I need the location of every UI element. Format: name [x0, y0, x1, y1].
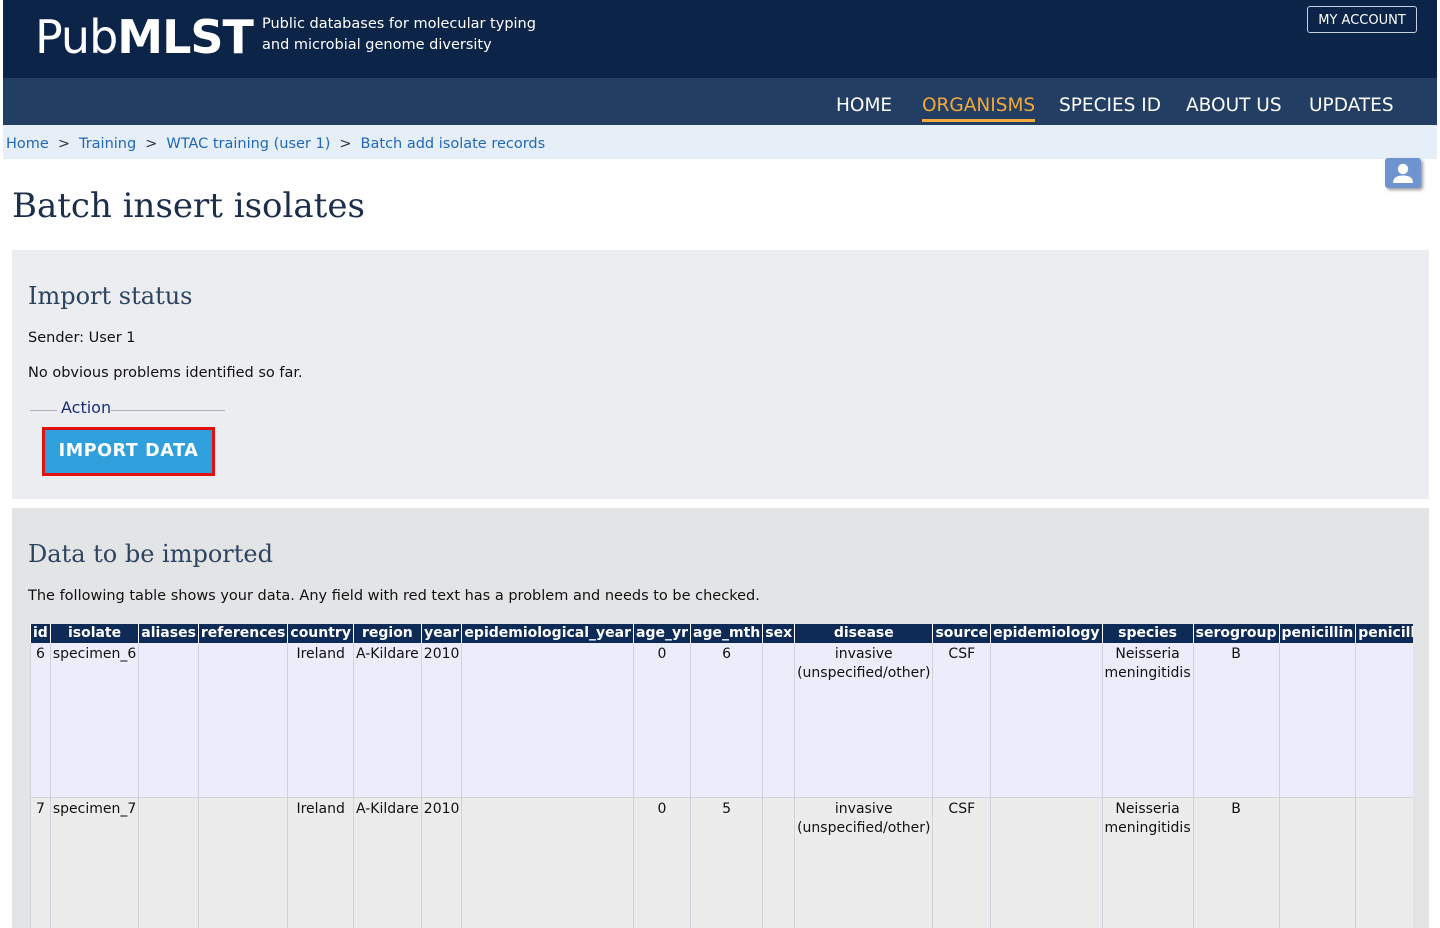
- table-header-row: idisolatealiasesreferencescountryregiony…: [31, 624, 1414, 643]
- table-cell-age-yr: 0: [634, 643, 691, 798]
- import-data-button[interactable]: IMPORT DATA: [42, 427, 215, 476]
- column-header-serogroup: serogroup: [1193, 624, 1279, 643]
- data-description: The following table shows your data. Any…: [28, 588, 760, 604]
- column-header-aliases: aliases: [139, 624, 199, 643]
- table-cell-disease: invasive (unspecified/other): [795, 798, 933, 928]
- table-cell-region: A-Kildare: [353, 798, 421, 928]
- nav-home[interactable]: HOME: [836, 95, 892, 117]
- breadcrumb-training[interactable]: Training: [79, 136, 136, 152]
- import-status-panel: Import status Sender: User 1 No obvious …: [12, 250, 1429, 499]
- table-row: 6specimen_6IrelandA-Kildare201006invasiv…: [31, 643, 1414, 798]
- site-header: PubMLST Public databases for molecular t…: [3, 0, 1437, 78]
- table-cell-source: CSF: [933, 643, 991, 798]
- table-cell-species: Neisseria meningitidis: [1102, 643, 1193, 798]
- pubmlst-logo[interactable]: PubMLST: [35, 8, 253, 66]
- status-message: No obvious problems identified so far.: [28, 365, 303, 381]
- table-cell-epidemiological-year: [462, 798, 634, 928]
- table-cell-sex: [763, 798, 795, 928]
- table-cell-isolate: specimen_6: [50, 643, 138, 798]
- table-cell-country: Ireland: [288, 643, 354, 798]
- table-cell-sex: [763, 643, 795, 798]
- breadcrumb-home[interactable]: Home: [6, 136, 49, 152]
- table-cell-epidemiological-year: [462, 643, 634, 798]
- table-row: 7specimen_7 IrelandA-Kildare2010 05invasiv…: [31, 798, 1414, 928]
- breadcrumb-batch-add[interactable]: Batch add isolate records: [361, 136, 546, 152]
- table-cell-references: [198, 798, 287, 928]
- column-header-country: country: [288, 624, 354, 643]
- table-cell-disease: invasive (unspecified/other): [795, 643, 933, 798]
- import-table: idisolatealiasesreferencescountryregiony…: [30, 624, 1413, 928]
- page-title: Batch insert isolates: [12, 184, 365, 228]
- table-cell-penicillin-range: [1356, 643, 1413, 798]
- column-header-age-mth: age_mth: [691, 624, 763, 643]
- tagline-line-1: Public databases for molecular typing: [262, 14, 536, 35]
- nav-organisms[interactable]: ORGANISMS: [922, 95, 1035, 122]
- column-header-epidemiology: epidemiology: [991, 624, 1102, 643]
- column-header-id: id: [31, 624, 51, 643]
- column-header-age-yr: age_yr: [634, 624, 691, 643]
- table-cell-epidemiology: [991, 643, 1102, 798]
- action-legend: Action: [61, 398, 111, 417]
- table-cell-serogroup: B: [1193, 798, 1279, 928]
- table-cell-year: 2010: [421, 643, 462, 798]
- column-header-species: species: [1102, 624, 1193, 643]
- table-cell-id: 7: [31, 798, 51, 928]
- table-cell-source: CSF: [933, 798, 991, 928]
- table-cell-serogroup: B: [1193, 643, 1279, 798]
- table-cell-penicillin-range: [1356, 798, 1413, 928]
- column-header-region: region: [353, 624, 421, 643]
- table-cell-country: Ireland: [288, 798, 354, 928]
- table-cell-isolate: specimen_7: [50, 798, 138, 928]
- tagline-line-2: and microbial genome diversity: [262, 35, 536, 56]
- table-cell-age-mth: 6: [691, 643, 763, 798]
- nav-about-us[interactable]: ABOUT US: [1186, 95, 1282, 117]
- main-nav: HOME ORGANISMS SPECIES ID ABOUT US UPDAT…: [3, 78, 1437, 125]
- column-header-sex: sex: [763, 624, 795, 643]
- table-cell-age-mth: 5: [691, 798, 763, 928]
- table-cell-references: [198, 643, 287, 798]
- breadcrumb: Home > Training > WTAC training (user 1) > Bat…: [3, 125, 1437, 159]
- fieldset-border: [111, 410, 225, 411]
- column-header-year: year: [421, 624, 462, 643]
- table-cell-aliases: [139, 798, 199, 928]
- nav-species-id[interactable]: SPECIES ID: [1059, 95, 1161, 117]
- import-status-heading: Import status: [28, 282, 192, 310]
- column-header-epidemiological-year: epidemiological_year: [462, 624, 634, 643]
- breadcrumb-wtac-training[interactable]: WTAC training (user 1): [166, 136, 330, 152]
- table-cell-epidemiology: [991, 798, 1102, 928]
- user-icon[interactable]: [1385, 158, 1421, 188]
- my-account-button[interactable]: MY ACCOUNT: [1307, 6, 1417, 33]
- column-header-isolate: isolate: [50, 624, 138, 643]
- column-header-penicillin: penicillin: [1279, 624, 1356, 643]
- column-header-disease: disease: [795, 624, 933, 643]
- column-header-penicillin-range: penicillin_range: [1356, 624, 1413, 643]
- data-to-import-panel: Data to be imported The following table …: [12, 508, 1429, 928]
- table-cell-aliases: [139, 643, 199, 798]
- import-table-scroll[interactable]: idisolatealiasesreferencescountryregiony…: [30, 624, 1413, 928]
- site-tagline: Public databases for molecular typing an…: [262, 14, 536, 56]
- column-header-source: source: [933, 624, 991, 643]
- table-cell-id: 6: [31, 643, 51, 798]
- table-cell-species: Neisseria meningitidis: [1102, 798, 1193, 928]
- breadcrumb-separator: >: [339, 136, 351, 152]
- data-to-import-heading: Data to be imported: [28, 540, 273, 568]
- column-header-references: references: [198, 624, 287, 643]
- table-body: 6specimen_6IrelandA-Kildare201006invasiv…: [31, 643, 1414, 928]
- breadcrumb-separator: >: [145, 136, 157, 152]
- table-cell-region: A-Kildare: [353, 643, 421, 798]
- table-cell-penicillin: [1279, 643, 1356, 798]
- fieldset-border: [30, 410, 57, 411]
- table-cell-penicillin: [1279, 798, 1356, 928]
- nav-updates[interactable]: UPDATES: [1309, 95, 1394, 117]
- table-cell-year: 2010: [421, 798, 462, 928]
- sender-text: Sender: User 1: [28, 330, 136, 346]
- breadcrumb-separator: >: [58, 136, 70, 152]
- table-cell-age-yr: 0: [634, 798, 691, 928]
